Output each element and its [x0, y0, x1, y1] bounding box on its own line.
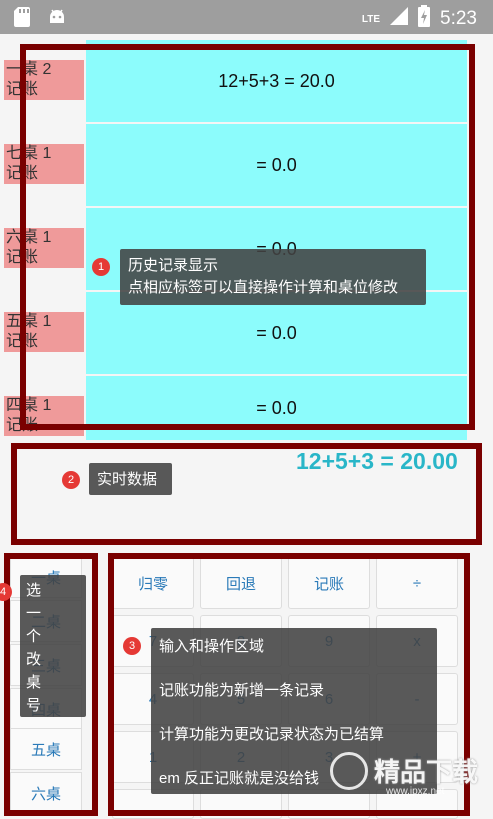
signal-icon: [390, 7, 409, 31]
step-badge: 1: [92, 258, 110, 276]
tooltip-realtime: 实时数据: [89, 463, 172, 495]
android-icon: [48, 7, 66, 27]
lte-icon: LTE: [361, 13, 381, 25]
tooltip-char: 改: [26, 651, 42, 668]
status-bar: LTE 5:23: [0, 0, 493, 34]
battery-charging-icon: [418, 5, 431, 33]
tooltip-table-select: 选 一 个 改 桌 号: [20, 575, 86, 717]
tooltip-history: 历史记录显示 点相应标签可以直接操作计算和桌位修改: [120, 249, 426, 305]
clock: 5:23: [440, 8, 477, 29]
annotation-frame-history: [20, 44, 475, 430]
sd-card-icon: [14, 7, 32, 27]
watermark-url: www.jpxz.net: [386, 786, 445, 797]
step-badge: 3: [123, 637, 141, 655]
watermark-logo-icon: [330, 752, 368, 790]
tooltip-char: 桌: [26, 674, 42, 691]
watermark: 精品下载: [374, 757, 479, 787]
tooltip-char: 个: [26, 628, 42, 645]
annotation-frame-realtime: [11, 443, 482, 545]
tooltip-char: 一: [26, 605, 42, 622]
tooltip-line: 记账功能为新增一条记录: [159, 682, 325, 699]
tooltip-char: 选: [26, 582, 42, 599]
step-badge: 2: [62, 471, 80, 489]
tooltip-char: 号: [26, 697, 42, 714]
tooltip-line: 输入和操作区域: [159, 638, 265, 655]
tooltip-line: 计算功能为更改记录状态为已结算: [159, 726, 385, 743]
